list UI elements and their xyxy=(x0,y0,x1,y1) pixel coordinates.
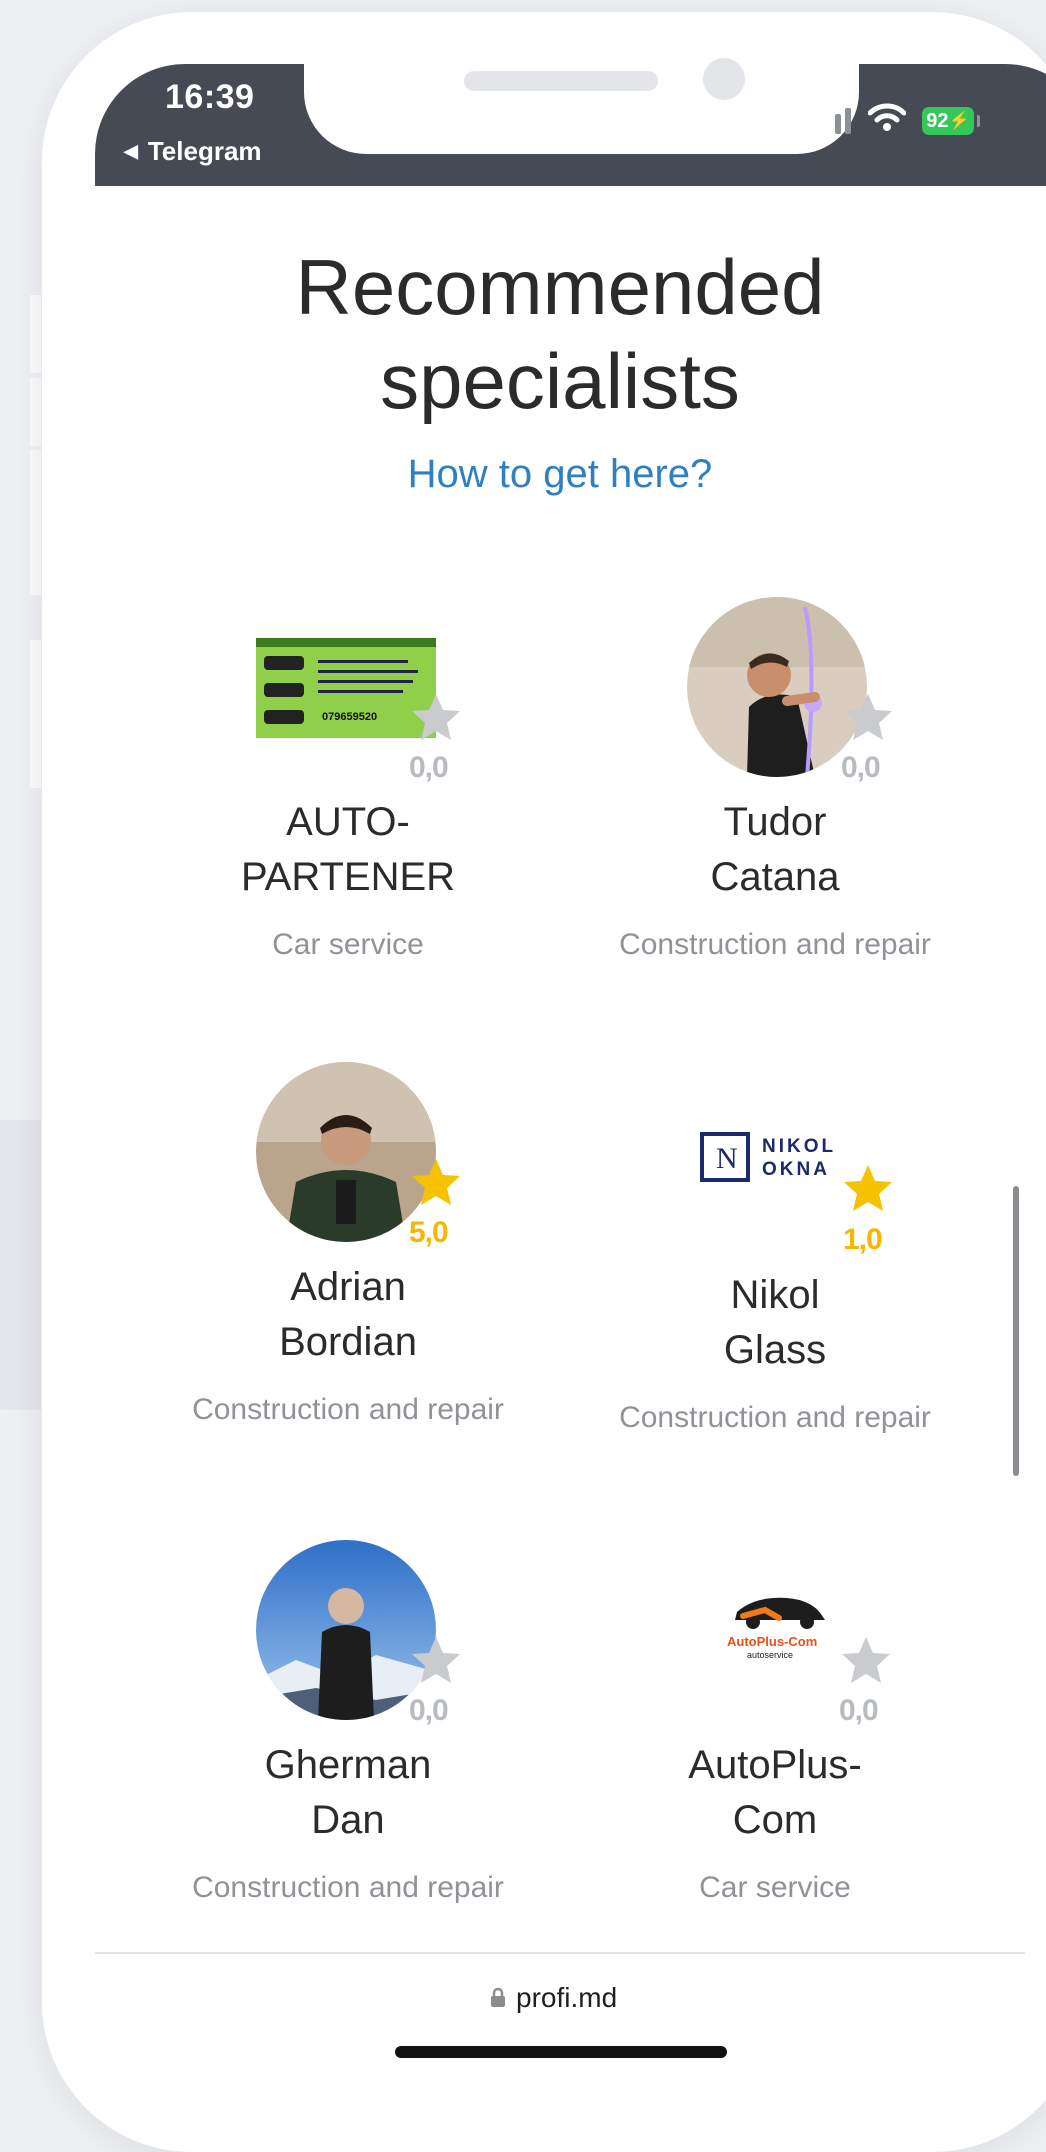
specialist-name: Gherman Dan xyxy=(264,1743,432,1842)
specialist-category: Construction and repair xyxy=(619,928,931,961)
specialist-category: Construction and repair xyxy=(192,1871,504,1904)
avatar: AutoPlus-Com autoservice xyxy=(725,1590,835,1670)
rating-value: 0,0 xyxy=(409,751,449,784)
specialist-name: Nikol Glass xyxy=(723,1273,827,1372)
specialist-category: Construction and repair xyxy=(192,1393,504,1426)
battery-level: 92 xyxy=(926,109,949,132)
specialist-name: AUTO-PARTENER xyxy=(240,800,456,899)
star-icon xyxy=(844,1165,892,1211)
url-bar[interactable]: profi.md xyxy=(490,1982,617,2014)
wifi-icon xyxy=(867,102,907,137)
rating-value: 0,0 xyxy=(841,751,881,784)
rating-value: 5,0 xyxy=(409,1216,449,1249)
star-icon xyxy=(412,1637,460,1683)
specialist-name: AutoPlus-Com xyxy=(688,1743,862,1842)
home-indicator[interactable] xyxy=(395,2046,727,2058)
rating-value: 0,0 xyxy=(409,1694,449,1727)
nikol-mark: N xyxy=(716,1142,738,1175)
browser-divider xyxy=(95,1952,1025,1954)
nikol-line2: OKNA xyxy=(762,1159,830,1180)
avatar xyxy=(256,1540,436,1720)
status-time: 16:39 xyxy=(165,78,255,116)
battery-tip xyxy=(977,115,980,127)
autopartener-phone: 079659520 xyxy=(322,711,377,723)
specialist-name: Adrian Bordian xyxy=(279,1265,417,1364)
autoplus-brand: AutoPlus-Com xyxy=(727,1634,817,1649)
avatar xyxy=(687,597,867,777)
specialist-name: Tudor Catana xyxy=(710,800,840,899)
star-icon xyxy=(412,694,460,740)
specialist-category: Car service xyxy=(272,928,424,961)
back-app-label: Telegram xyxy=(147,136,262,166)
avatar: 079659520 xyxy=(256,638,436,738)
url-text: profi.md xyxy=(516,1982,618,2013)
page-title: Recommended specialists xyxy=(295,243,825,425)
rating-value: 0,0 xyxy=(839,1694,879,1727)
front-camera xyxy=(703,58,745,100)
star-icon xyxy=(412,1159,460,1205)
battery-icon: 92 ⚡ xyxy=(922,107,974,135)
speaker xyxy=(464,71,658,91)
scrollbar[interactable] xyxy=(1013,1186,1019,1476)
how-to-get-here-link[interactable]: How to get here? xyxy=(160,452,960,497)
back-to-app-button[interactable]: ◀ Telegram xyxy=(124,136,262,167)
star-icon xyxy=(842,1637,890,1683)
back-arrow-icon: ◀ xyxy=(124,141,138,161)
rating-value: 1,0 xyxy=(843,1223,883,1256)
signal-icon xyxy=(815,106,851,134)
avatar xyxy=(256,1062,436,1242)
nikol-line1: NIKOL xyxy=(762,1136,836,1157)
lock-icon xyxy=(490,1982,506,2014)
autoplus-sub: autoservice xyxy=(747,1650,793,1660)
specialist-category: Car service xyxy=(699,1871,851,1904)
specialist-category: Construction and repair xyxy=(619,1401,931,1434)
star-icon xyxy=(844,694,892,740)
